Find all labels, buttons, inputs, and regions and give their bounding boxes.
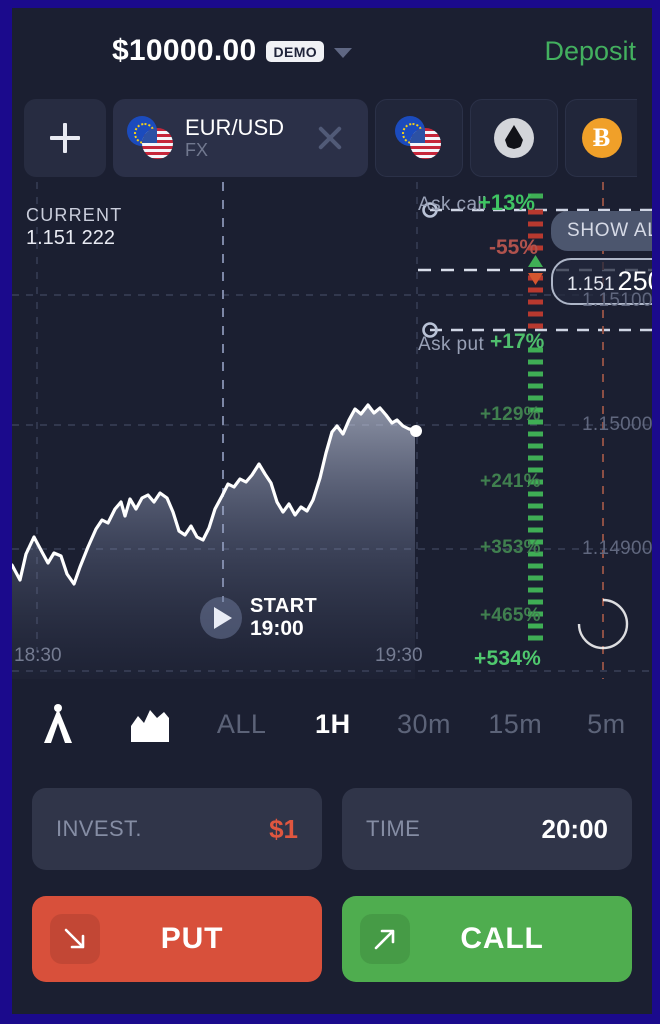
ladder-percent-1: +129%	[480, 404, 541, 425]
expiry-time-value: 20:00	[541, 813, 609, 844]
ask-put-label: Ask put	[418, 334, 485, 355]
current-price-readout: CURRENT 1.151 222	[26, 204, 122, 251]
add-asset-button[interactable]	[24, 99, 106, 177]
ladder-percent-4: +465%	[480, 605, 541, 626]
start-marker[interactable]: START 19:00	[200, 596, 317, 640]
trading-app-screen: $10000.00 DEMO Deposit EUR/USD FX Ƀ CURR…	[12, 8, 652, 1014]
investment-input[interactable]: INVEST. $1	[32, 788, 322, 870]
chevron-down-icon[interactable]	[334, 48, 353, 58]
investment-label: INVEST.	[56, 816, 142, 841]
quick-asset-oil[interactable]	[470, 99, 558, 177]
asset-tab-eurusd[interactable]: EUR/USD FX	[113, 99, 368, 177]
timeframe-15m[interactable]: 15m	[470, 709, 561, 740]
asset-tab-symbol: EUR/USD	[185, 115, 285, 140]
ladder-percent-2: +241%	[480, 471, 541, 492]
mid-negative-percent: -55%	[489, 236, 539, 259]
deposit-label: Deposit	[544, 35, 636, 66]
investment-value: $1	[269, 813, 298, 844]
show-all-label: SHOW ALL	[567, 220, 652, 241]
balance-selector[interactable]: $10000.00 DEMO	[12, 8, 452, 94]
close-asset-tab-button[interactable]	[294, 99, 366, 177]
trade-action-buttons: PUT CALL	[12, 896, 652, 982]
asset-tab-strip: EUR/USD FX Ƀ	[12, 94, 652, 182]
ask-call-percent: +13%	[478, 190, 535, 215]
expiry-time-label: TIME	[366, 816, 421, 841]
time-axis-label-right: 19:30	[375, 645, 423, 666]
price-axis-label-2: 1.150000	[582, 414, 652, 435]
arrow-down-right-icon	[50, 914, 100, 964]
price-axis-label-3: 1.149000	[582, 538, 652, 559]
close-icon	[315, 123, 345, 153]
timeframe-5m[interactable]: 5m	[561, 709, 652, 740]
quick-asset-bitcoin[interactable]: Ƀ	[565, 99, 637, 177]
start-time: 19:00	[250, 617, 304, 640]
current-caption: CURRENT	[26, 205, 123, 225]
price-axis-label-1: 1.151000	[582, 290, 652, 311]
ladder-percent-max: +534%	[474, 647, 541, 670]
eurusd-flag-icon	[395, 116, 443, 160]
start-caption: START	[250, 595, 318, 617]
chart-canvas	[12, 182, 652, 679]
eurusd-flag-icon	[127, 116, 175, 160]
area-chart-icon[interactable]	[104, 706, 196, 742]
deposit-button[interactable]: Deposit	[544, 8, 636, 94]
compass-icon[interactable]	[12, 703, 104, 745]
oil-drop-icon	[494, 118, 534, 158]
app-header: $10000.00 DEMO Deposit	[12, 8, 652, 94]
show-all-button[interactable]: SHOW ALL	[551, 211, 652, 251]
ask-call-label: Ask call	[418, 194, 487, 215]
expiry-time-input[interactable]: TIME 20:00	[342, 788, 632, 870]
quick-asset-eurusd[interactable]	[375, 99, 463, 177]
timeframe-30m[interactable]: 30m	[378, 709, 469, 740]
time-axis-label-left: 18:30	[14, 645, 62, 666]
ask-put-percent: +17%	[490, 330, 545, 353]
bitcoin-icon: Ƀ	[581, 118, 622, 158]
balance-amount: $10000.00	[111, 34, 257, 67]
timeframe-all[interactable]: ALL	[196, 709, 287, 740]
arrow-up-right-icon	[360, 914, 410, 964]
play-icon	[200, 597, 242, 639]
trade-parameters: INVEST. $1 TIME 20:00	[12, 788, 652, 870]
account-type-badge: DEMO	[266, 40, 325, 62]
plus-icon	[50, 123, 80, 153]
timeframe-toolbar: ALL 1H 30m 15m 5m	[12, 679, 652, 769]
call-button[interactable]: CALL	[342, 896, 632, 982]
asset-tab-category: FX	[185, 140, 209, 160]
current-value: 1.151 222	[26, 227, 115, 249]
ladder-percent-3: +353%	[480, 537, 541, 558]
put-button[interactable]: PUT	[32, 896, 322, 982]
price-chart[interactable]: CURRENT 1.151 222 Ask call +13% -55% Ask…	[12, 182, 652, 679]
timeframe-1h[interactable]: 1H	[287, 709, 378, 740]
